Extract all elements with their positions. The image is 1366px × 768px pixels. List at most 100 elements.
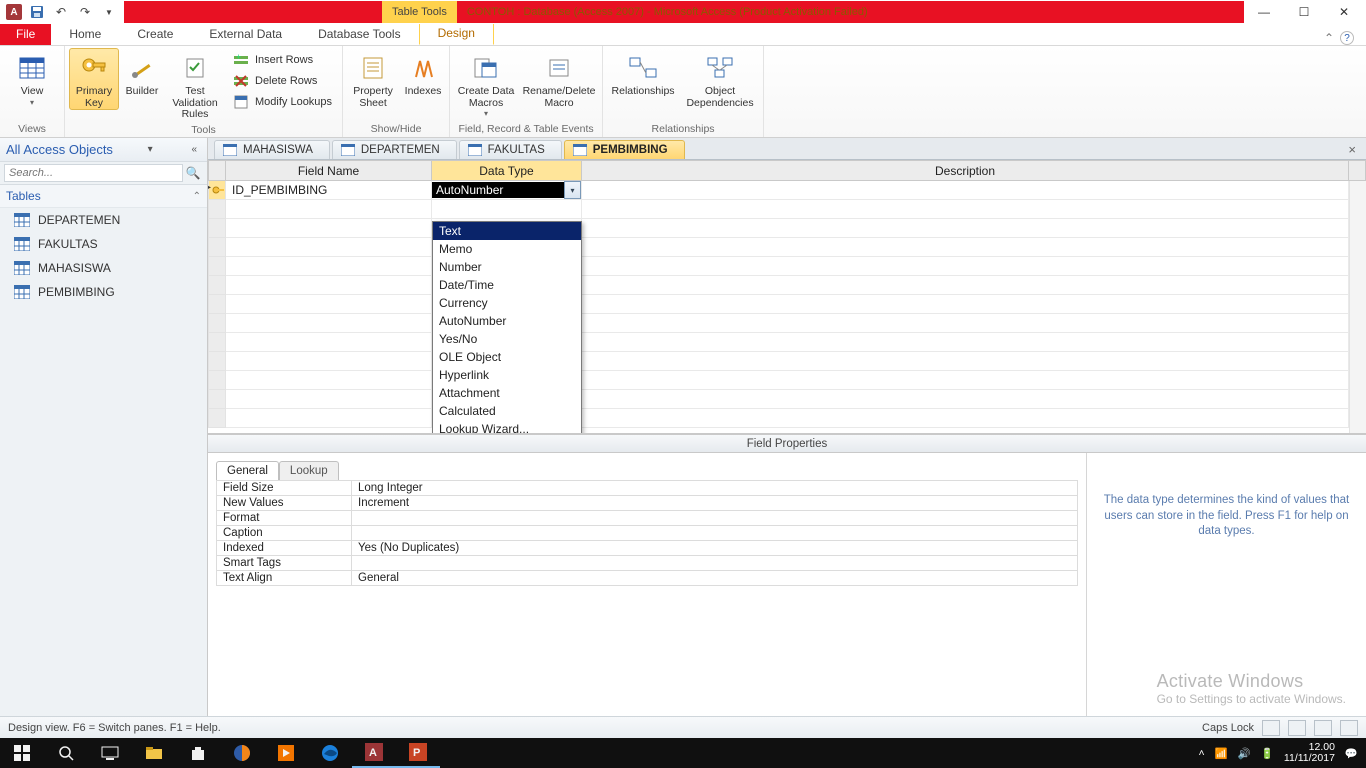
rename-delete-macro-button[interactable]: Rename/Delete Macro xyxy=(520,48,598,110)
property-row[interactable]: New ValuesIncrement xyxy=(217,496,1078,511)
help-icon[interactable]: ? xyxy=(1340,31,1354,45)
tab-general[interactable]: General xyxy=(216,461,279,480)
network-icon[interactable]: 📶 xyxy=(1215,747,1228,760)
property-sheet-button[interactable]: Property Sheet xyxy=(347,48,399,110)
datatype-option[interactable]: Hyperlink xyxy=(433,366,581,384)
row-selector[interactable] xyxy=(208,276,226,295)
table-row[interactable] xyxy=(208,276,1349,295)
row-selector[interactable] xyxy=(208,238,226,257)
view-design-icon[interactable] xyxy=(1288,720,1306,736)
notifications-icon[interactable]: 💬 xyxy=(1345,747,1358,760)
data-type-dropdown-button[interactable]: ▾ xyxy=(564,181,581,199)
save-icon[interactable] xyxy=(28,3,46,21)
property-row[interactable]: Field SizeLong Integer xyxy=(217,481,1078,496)
nav-item-pembimbing[interactable]: PEMBIMBING xyxy=(0,280,207,304)
property-row[interactable]: Text AlignGeneral xyxy=(217,571,1078,586)
datatype-option[interactable]: Text xyxy=(433,222,581,240)
builder-button[interactable]: Builder xyxy=(121,48,163,99)
doc-tab-pembimbing[interactable]: PEMBIMBING xyxy=(564,140,685,159)
tab-external-data[interactable]: External Data xyxy=(191,23,300,45)
table-row[interactable] xyxy=(208,390,1349,409)
property-value[interactable]: Yes (No Duplicates) xyxy=(352,541,1078,556)
table-row[interactable] xyxy=(208,314,1349,333)
test-validation-rules-button[interactable]: Test Validation Rules xyxy=(165,48,225,122)
powerpoint-taskbar-icon[interactable]: P xyxy=(396,738,440,768)
property-row[interactable]: Smart Tags xyxy=(217,556,1078,571)
nav-collapse-icon[interactable]: « xyxy=(187,144,201,155)
insert-rows-button[interactable]: +Insert Rows xyxy=(227,50,338,70)
file-explorer-icon[interactable] xyxy=(132,738,176,768)
volume-icon[interactable]: 🔊 xyxy=(1238,747,1251,760)
search-icon[interactable]: 🔍 xyxy=(183,166,203,180)
col-data-type[interactable]: Data Type xyxy=(432,160,582,181)
table-row[interactable] xyxy=(208,257,1349,276)
table-row[interactable] xyxy=(208,333,1349,352)
tab-lookup[interactable]: Lookup xyxy=(279,461,339,480)
row-selector[interactable] xyxy=(208,219,226,238)
view-button[interactable]: View xyxy=(4,48,60,108)
relationships-button[interactable]: Relationships xyxy=(607,48,679,99)
firefox-icon[interactable] xyxy=(220,738,264,768)
property-value[interactable]: Increment xyxy=(352,496,1078,511)
start-button[interactable] xyxy=(0,738,44,768)
modify-lookups-button[interactable]: Modify Lookups xyxy=(227,92,338,112)
table-row[interactable] xyxy=(208,238,1349,257)
row-selector[interactable] xyxy=(208,295,226,314)
edge-icon[interactable] xyxy=(308,738,352,768)
indexes-button[interactable]: Indexes xyxy=(401,48,445,99)
property-value[interactable]: Long Integer xyxy=(352,481,1078,496)
undo-icon[interactable]: ↶ xyxy=(52,3,70,21)
minimize-button[interactable]: — xyxy=(1244,1,1284,23)
view-other2-icon[interactable] xyxy=(1340,720,1358,736)
row-selector[interactable] xyxy=(208,314,226,333)
datatype-option[interactable]: AutoNumber xyxy=(433,312,581,330)
nav-item-departemen[interactable]: DEPARTEMEN xyxy=(0,208,207,232)
table-row[interactable] xyxy=(208,352,1349,371)
table-row[interactable]: ▸ ID_PEMBIMBING AutoNumber ▾ xyxy=(208,181,1349,200)
datatype-option[interactable]: OLE Object xyxy=(433,348,581,366)
row-selector[interactable] xyxy=(208,371,226,390)
table-row[interactable] xyxy=(208,295,1349,314)
row-selector[interactable]: ▸ xyxy=(208,181,226,200)
tab-database-tools[interactable]: Database Tools xyxy=(300,23,419,45)
tab-create[interactable]: Create xyxy=(119,23,191,45)
table-row[interactable] xyxy=(208,371,1349,390)
search-taskbar-icon[interactable] xyxy=(44,738,88,768)
taskbar-clock[interactable]: 12.00 11/11/2017 xyxy=(1284,742,1335,764)
search-input[interactable] xyxy=(4,164,183,182)
datatype-option[interactable]: Number xyxy=(433,258,581,276)
qat-dropdown-icon[interactable]: ▼ xyxy=(100,3,118,21)
datatype-option[interactable]: Currency xyxy=(433,294,581,312)
property-row[interactable]: Format xyxy=(217,511,1078,526)
nav-dropdown-icon[interactable]: ▾ xyxy=(144,144,157,155)
store-icon[interactable] xyxy=(176,738,220,768)
ribbon-minimize-icon[interactable]: ⌃ xyxy=(1324,31,1334,45)
row-selector[interactable] xyxy=(208,200,226,219)
doc-tab-mahasiswa[interactable]: MAHASISWA xyxy=(214,140,330,159)
taskview-icon[interactable] xyxy=(88,738,132,768)
row-selector[interactable] xyxy=(208,333,226,352)
tab-design[interactable]: Design xyxy=(420,22,493,44)
delete-rows-button[interactable]: Delete Rows xyxy=(227,71,338,91)
datatype-option[interactable]: Yes/No xyxy=(433,330,581,348)
row-selector[interactable] xyxy=(208,352,226,371)
property-row[interactable]: IndexedYes (No Duplicates) xyxy=(217,541,1078,556)
property-value[interactable] xyxy=(352,526,1078,541)
nav-item-mahasiswa[interactable]: MAHASISWA xyxy=(0,256,207,280)
property-value[interactable] xyxy=(352,511,1078,526)
datatype-option[interactable]: Lookup Wizard... xyxy=(433,420,581,433)
nav-header[interactable]: All Access Objects ▾ « xyxy=(0,138,207,162)
description-cell[interactable] xyxy=(582,181,1349,200)
access-taskbar-icon[interactable]: A xyxy=(352,738,396,768)
scroll-up-icon[interactable] xyxy=(1349,160,1366,181)
datatype-option[interactable]: Calculated xyxy=(433,402,581,420)
datatype-option[interactable]: Date/Time xyxy=(433,276,581,294)
property-row[interactable]: Caption xyxy=(217,526,1078,541)
grid-scrollbar[interactable] xyxy=(1349,181,1366,433)
tab-home[interactable]: Home xyxy=(51,23,119,45)
table-row[interactable] xyxy=(208,409,1349,428)
property-value[interactable] xyxy=(352,556,1078,571)
row-selector[interactable] xyxy=(208,409,226,428)
grid-body[interactable]: ▸ ID_PEMBIMBING AutoNumber ▾ xyxy=(208,181,1366,433)
property-value[interactable]: General xyxy=(352,571,1078,586)
